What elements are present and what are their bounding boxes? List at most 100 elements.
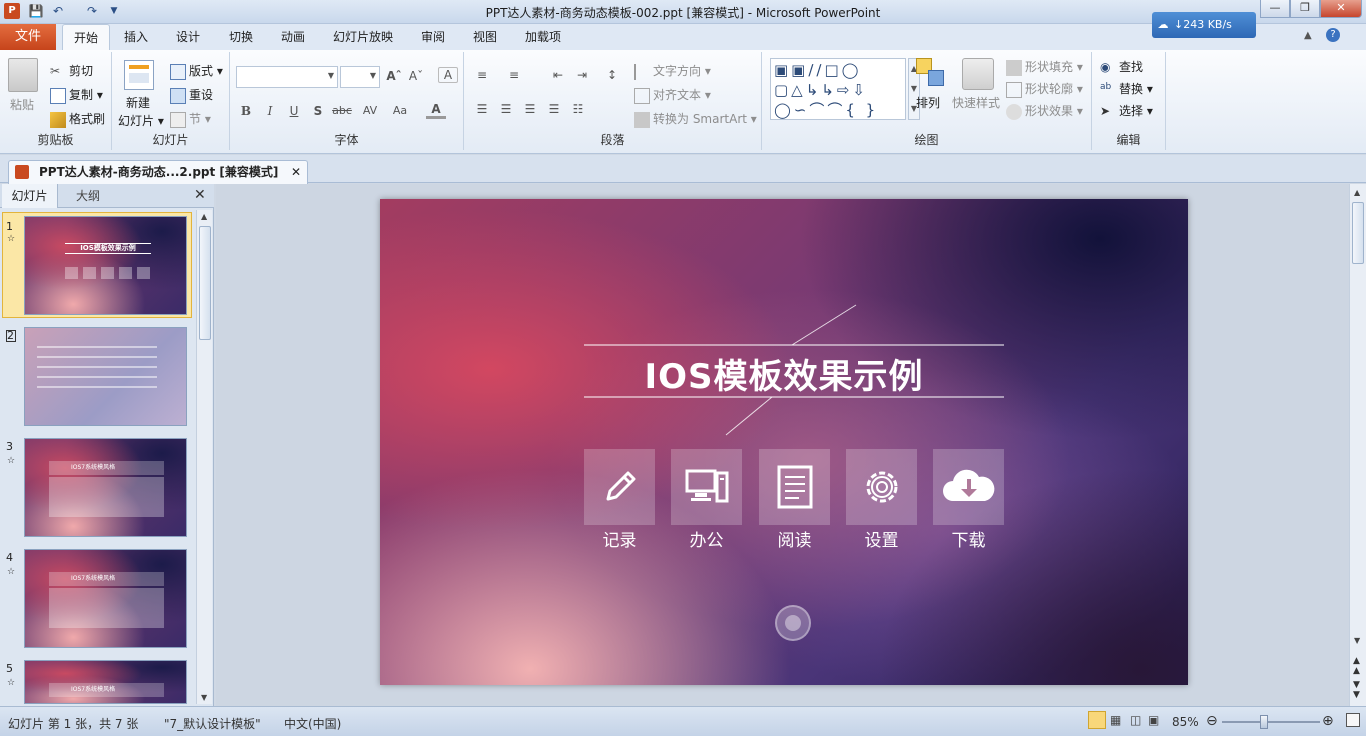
align-right-icon[interactable]: ☰ (520, 102, 540, 116)
tab-view[interactable]: 视图 (465, 24, 505, 50)
book-icon (759, 449, 830, 525)
shadow-icon[interactable]: S (308, 104, 328, 118)
font-color-icon[interactable]: A (426, 102, 446, 119)
reset-button[interactable]: 重设 (170, 86, 213, 104)
pane-scrollbar[interactable]: ▲ ▼ (196, 210, 212, 704)
slide-thumbnail-4[interactable]: IOS7系统模风格 (24, 549, 187, 648)
justify-icon[interactable]: ☰ (544, 102, 564, 116)
status-bar: 幻灯片 第 1 张，共 7 张 "7_默认设计模板" 中文(中国) ▦ ◫ ▣ … (0, 706, 1366, 736)
slide-title[interactable]: IOS模板效果示例 (380, 349, 1188, 398)
quick-styles-icon[interactable] (962, 58, 994, 90)
tab-addins[interactable]: 加载项 (518, 24, 568, 50)
collapse-ribbon-icon[interactable]: ▲ (1304, 30, 1312, 41)
quick-styles-button[interactable]: 快速样式 (952, 94, 1000, 111)
format-painter-button[interactable]: 格式刷 (50, 110, 105, 128)
slide-thumbnail-3[interactable]: IOS7系统模风格 (24, 438, 187, 537)
replace-button[interactable]: ab 替换 ▾ (1100, 80, 1153, 98)
close-button[interactable]: ✕ (1320, 0, 1362, 18)
slide-thumbnail-1[interactable]: IOS模板效果示例 (24, 216, 187, 315)
shapes-gallery[interactable]: ▣▣∕∕□◯ ▢△↳↳⇨⇩ ◯∽⌒⌒{ } (770, 58, 906, 120)
cut-button[interactable]: ✂ 剪切 (50, 62, 93, 80)
theme-name[interactable]: "7_默认设计模板" (164, 715, 261, 732)
char-spacing-icon[interactable]: AV (360, 104, 380, 117)
slide-canvas[interactable]: IOS模板效果示例 记录 办公 阅读 设置 下载 (380, 199, 1188, 685)
binoculars-icon: ◉ (1100, 59, 1111, 74)
strikethrough-icon[interactable]: abc (332, 104, 352, 117)
network-speed-widget[interactable]: ☁ ↓243 KB/s (1152, 12, 1256, 38)
arrange-icon[interactable] (916, 58, 946, 88)
tab-slides[interactable]: 幻灯片 (2, 184, 58, 208)
slideshow-view-icon[interactable]: ▣ (1148, 713, 1159, 727)
shape-fill-button[interactable]: 形状填充 ▾ (1006, 58, 1083, 76)
previous-slide-icon[interactable]: ▲ ▲ (1353, 656, 1360, 676)
tab-slideshow[interactable]: 幻灯片放映 (326, 24, 400, 50)
zoom-out-icon[interactable]: ⊖ (1206, 713, 1218, 729)
shape-outline-button[interactable]: 形状轮廓 ▾ (1006, 80, 1083, 98)
change-case-icon[interactable]: Aa (390, 104, 410, 117)
speed-text: 243 KB/s (1183, 18, 1232, 31)
tab-transitions[interactable]: 切换 (221, 24, 261, 50)
select-button[interactable]: ➤ 选择 ▾ (1100, 102, 1153, 120)
tab-insert[interactable]: 插入 (116, 24, 156, 50)
smartart-button[interactable]: 转换为 SmartArt ▾ (634, 110, 757, 128)
close-pane-icon[interactable]: ✕ (194, 187, 206, 203)
line-spacing-icon[interactable]: ↕ (602, 68, 622, 82)
star-icon: ☆ (7, 567, 16, 577)
paste-icon[interactable] (8, 58, 38, 92)
tab-outline[interactable]: 大纲 (60, 184, 116, 208)
zoom-level[interactable]: 85% (1172, 715, 1199, 729)
tab-animations[interactable]: 动画 (273, 24, 313, 50)
close-document-icon[interactable]: ✕ (291, 161, 301, 183)
grow-font-icon[interactable]: Aˆ (384, 69, 404, 83)
new-slide-label[interactable]: 新建 (126, 94, 150, 111)
font-name-combo[interactable]: ▼ (236, 66, 338, 88)
zoom-in-icon[interactable]: ⊕ (1322, 713, 1334, 729)
italic-icon[interactable]: I (260, 104, 280, 118)
new-slide-icon[interactable] (124, 60, 154, 90)
text-direction-button[interactable]: 文字方向 ▾ (634, 62, 711, 80)
copy-button[interactable]: 复制 ▾ (50, 86, 103, 104)
zoom-slider[interactable] (1222, 715, 1320, 729)
tab-file[interactable]: 文件 (0, 24, 56, 50)
star-icon: ☆ (7, 678, 16, 688)
help-icon[interactable]: ? (1326, 28, 1340, 42)
numbering-icon[interactable]: ≡ (504, 68, 524, 82)
maximize-button[interactable]: ❐ (1290, 0, 1320, 18)
decrease-indent-icon[interactable]: ⇤ (548, 68, 568, 82)
bullets-icon[interactable]: ≡ (472, 68, 492, 82)
language[interactable]: 中文(中国) (284, 715, 341, 732)
slide-thumbnail-5[interactable]: IOS7系统模风格 (24, 660, 187, 704)
font-size-combo[interactable]: ▼ (340, 66, 380, 88)
download-arrow-icon: ↓ (1174, 18, 1184, 31)
shape-effects-button[interactable]: 形状效果 ▾ (1006, 102, 1083, 120)
paste-button[interactable]: 粘贴 (10, 96, 34, 113)
editor-scrollbar[interactable]: ▲ ▼ ▲ ▲ ▼ ▼ (1349, 184, 1366, 706)
slide-sorter-icon[interactable]: ▦ (1110, 713, 1121, 727)
clear-format-icon[interactable]: A (438, 67, 458, 83)
tab-review[interactable]: 审阅 (413, 24, 453, 50)
section-button[interactable]: 节 ▾ (170, 110, 211, 128)
layout-button[interactable]: 版式 ▾ (170, 62, 223, 80)
tab-home[interactable]: 开始 (62, 24, 110, 50)
fit-to-window-icon[interactable] (1346, 713, 1360, 727)
columns-icon[interactable]: ☷ (568, 102, 588, 116)
next-slide-icon[interactable]: ▼ ▼ (1353, 680, 1360, 700)
tab-design[interactable]: 设计 (168, 24, 208, 50)
find-button[interactable]: ◉ 查找 (1100, 58, 1143, 76)
new-slide-dropdown[interactable]: 幻灯片 ▾ (118, 112, 164, 129)
increase-indent-icon[interactable]: ⇥ (572, 68, 592, 82)
reading-view-icon[interactable]: ◫ (1130, 713, 1141, 727)
home-button-icon[interactable] (775, 605, 811, 641)
arrange-button[interactable]: 排列 (916, 94, 940, 111)
underline-icon[interactable]: U (284, 104, 304, 118)
normal-view-icon[interactable] (1088, 711, 1106, 729)
shrink-font-icon[interactable]: Aˇ (406, 69, 426, 83)
slide-thumbnail-2[interactable] (24, 327, 187, 426)
minimize-button[interactable]: — (1260, 0, 1290, 18)
bold-icon[interactable]: B (236, 104, 256, 118)
align-center-icon[interactable]: ☰ (496, 102, 516, 116)
document-tab[interactable]: PPT达人素材-商务动态...2.ppt [兼容模式] ✕ (8, 160, 308, 184)
align-left-icon[interactable]: ☰ (472, 102, 492, 116)
align-text-button[interactable]: 对齐文本 ▾ (634, 86, 711, 104)
document-tab-label: PPT达人素材-商务动态...2.ppt [兼容模式] (39, 165, 279, 179)
